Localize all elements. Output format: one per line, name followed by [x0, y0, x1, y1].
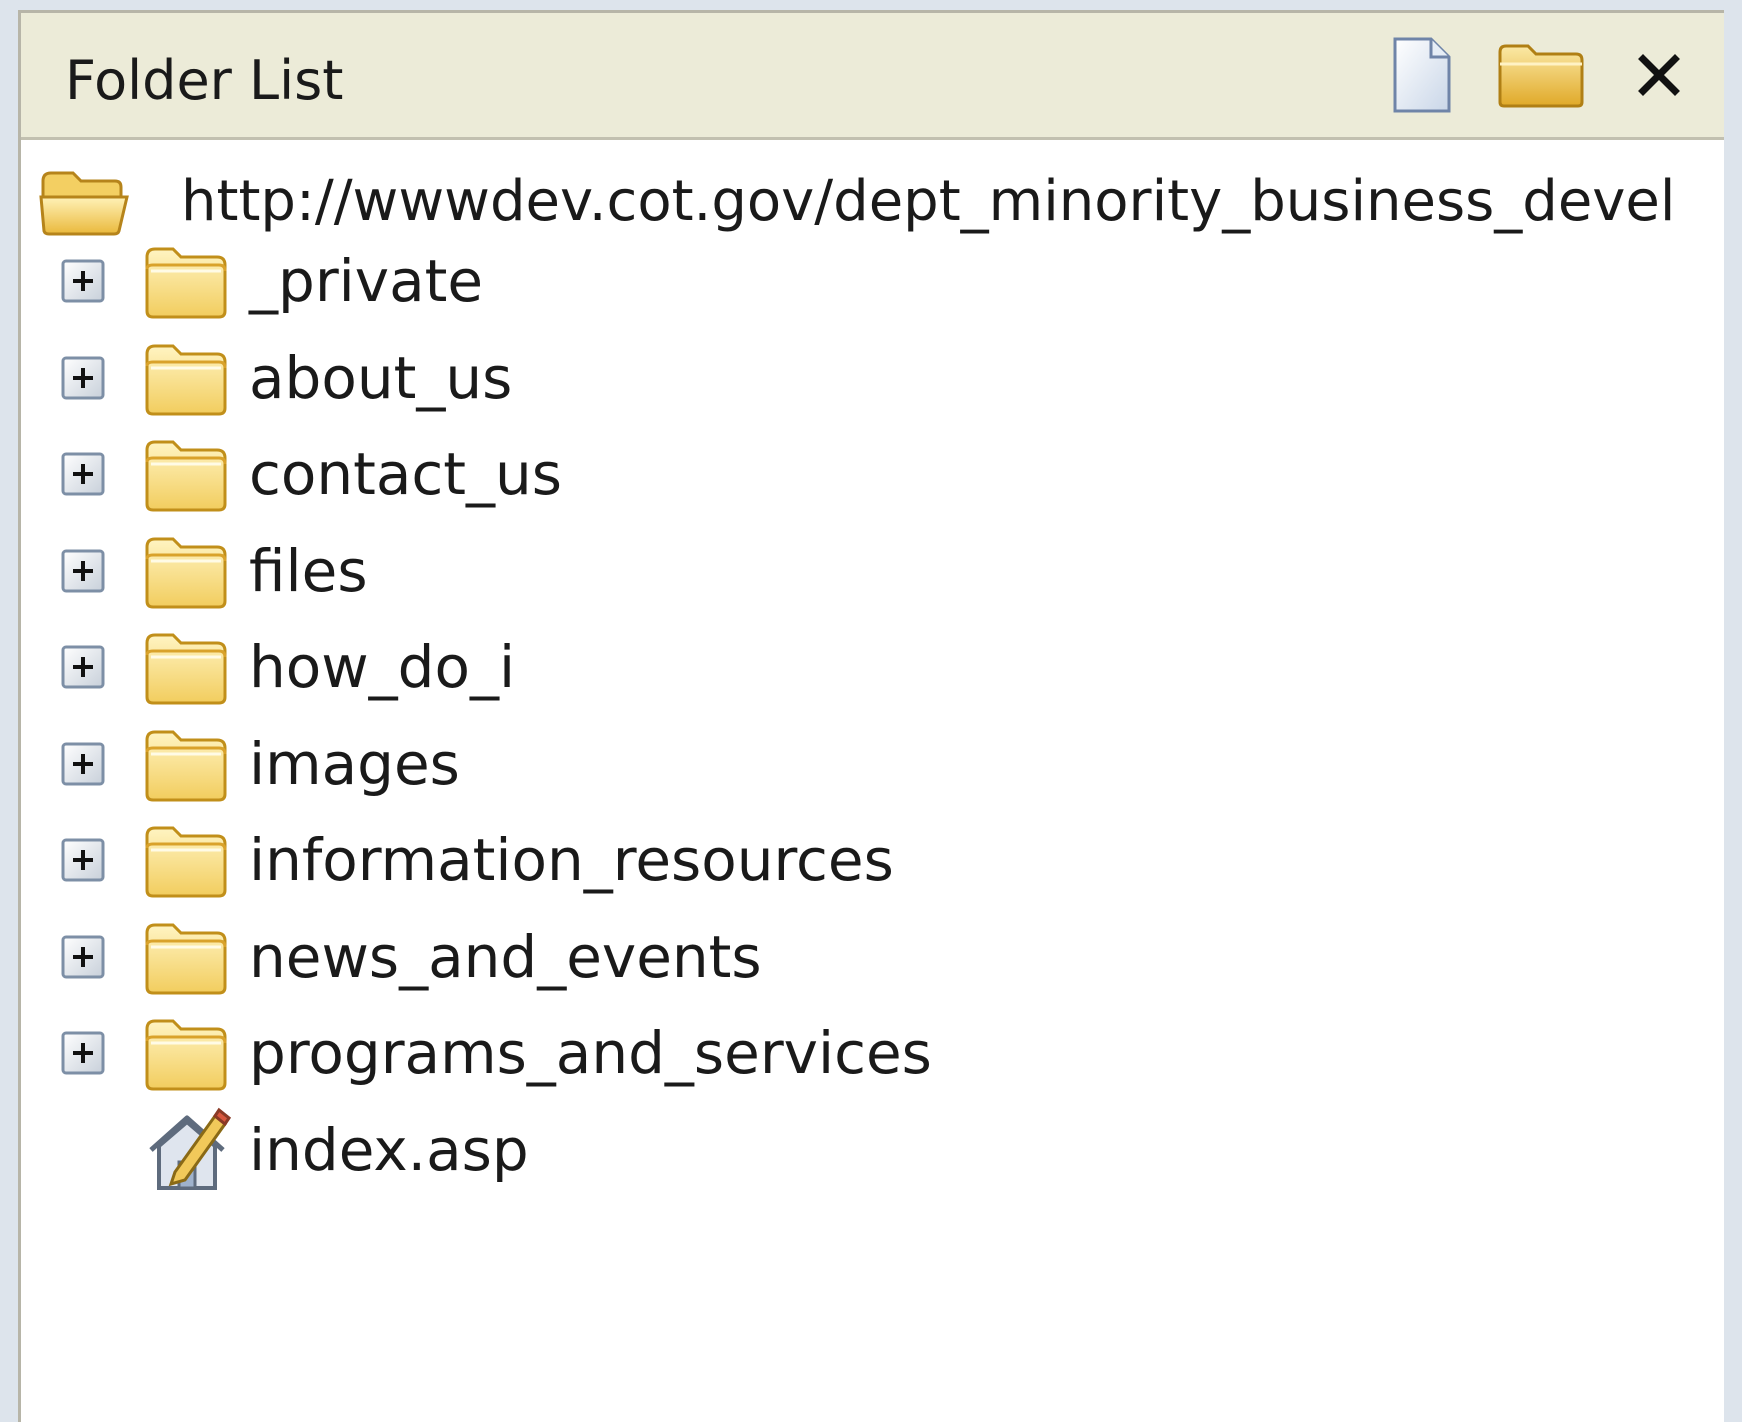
- folder-label: information_resources: [249, 826, 894, 894]
- folder-label: how_do_i: [249, 633, 516, 701]
- folder-icon: [145, 1019, 227, 1091]
- folder-item[interactable]: about_us: [21, 328, 1724, 428]
- folder-label: contact_us: [249, 440, 563, 508]
- open-folder-icon: [39, 171, 129, 236]
- expand-icon[interactable]: [61, 935, 105, 979]
- folder-icon: [145, 923, 227, 994]
- folder-label: programs_and_services: [249, 1019, 932, 1087]
- folder-label: files: [249, 536, 368, 605]
- folder-icon: [145, 537, 227, 608]
- folder-list-panel: Folder List http://wwwdev.cot.gov/dept_m…: [18, 10, 1724, 1422]
- expand-icon[interactable]: [61, 452, 105, 496]
- folder-item[interactable]: news_and_events: [21, 907, 1724, 1007]
- panel-title: Folder List: [65, 49, 344, 112]
- home-page-icon: [149, 1107, 231, 1190]
- close-icon: [1638, 54, 1680, 96]
- folder-item[interactable]: information_resources: [21, 810, 1724, 910]
- folder-icon: [145, 247, 227, 319]
- folder-item[interactable]: contact_us: [21, 424, 1724, 524]
- folder-item[interactable]: files: [21, 521, 1724, 621]
- expand-icon[interactable]: [61, 645, 105, 689]
- folder-label: _private: [249, 247, 484, 315]
- expand-icon[interactable]: [61, 356, 105, 400]
- folder-item[interactable]: programs_and_services: [21, 1003, 1724, 1103]
- folder-icon: [145, 344, 227, 415]
- root-url-label: http://wwwdev.cot.gov/dept_minority_busi…: [181, 169, 1676, 234]
- new-page-button[interactable]: [1385, 37, 1457, 113]
- expand-icon[interactable]: [61, 838, 105, 882]
- folder-label: news_and_events: [249, 922, 762, 991]
- new-folder-button[interactable]: [1493, 39, 1589, 111]
- folder-icon: [145, 730, 227, 801]
- expand-icon[interactable]: [61, 549, 105, 593]
- expand-icon[interactable]: [61, 259, 105, 303]
- panel-header: Folder List: [21, 13, 1724, 140]
- folder-icon: [145, 440, 227, 512]
- folder-icon: [145, 826, 227, 898]
- folder-label: images: [249, 729, 460, 798]
- expand-icon[interactable]: [61, 1031, 105, 1075]
- folder-icon: [145, 633, 227, 705]
- folder-item[interactable]: images: [21, 714, 1724, 814]
- expand-icon[interactable]: [61, 742, 105, 786]
- close-button[interactable]: [1623, 39, 1695, 111]
- folder-label: about_us: [249, 343, 513, 412]
- file-item[interactable]: index.asp: [21, 1100, 1724, 1200]
- new-page-icon: [1393, 37, 1451, 113]
- folder-item[interactable]: how_do_i: [21, 617, 1724, 717]
- folder-item[interactable]: _private: [21, 231, 1724, 331]
- file-label: index.asp: [249, 1115, 529, 1184]
- new-folder-icon: [1498, 44, 1584, 108]
